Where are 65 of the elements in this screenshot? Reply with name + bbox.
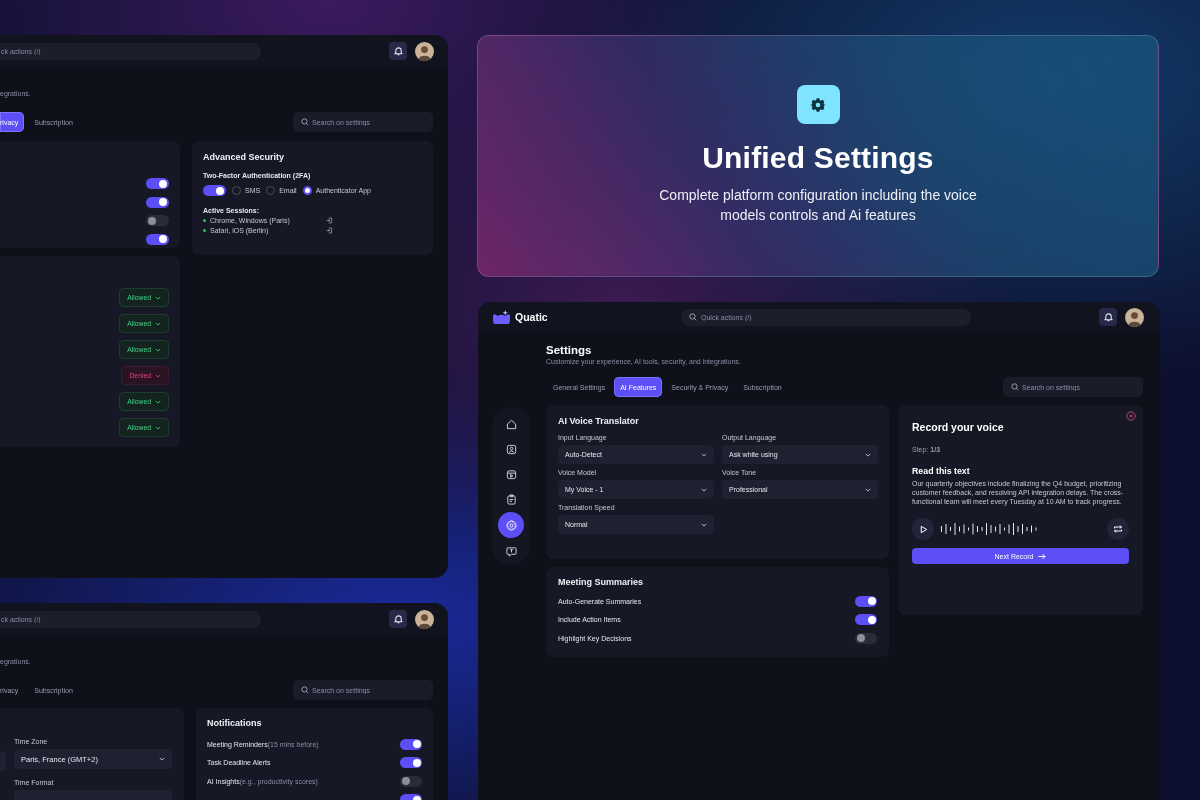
chevron-icon — [155, 425, 161, 430]
settings-icon — [505, 519, 517, 531]
settings-icon — [796, 85, 840, 124]
play-button[interactable] — [912, 518, 934, 540]
play-icon — [505, 468, 517, 480]
hero-subtitle: Complete platform configuration including the voice models controls and Ai features — [658, 186, 978, 225]
logout-icon[interactable] — [326, 217, 333, 224]
chevron-icon — [155, 321, 161, 326]
hero-title: Unified Settings — [702, 141, 934, 175]
toggle-switch[interactable] — [146, 178, 169, 189]
play-icon — [918, 524, 928, 534]
logout-icon[interactable] — [326, 227, 333, 234]
toggle-switch[interactable] — [400, 757, 422, 769]
chevron-icon — [155, 295, 161, 300]
card-title: Meeting Summaries — [558, 577, 645, 587]
bell-icon — [393, 614, 403, 624]
toggle-switch[interactable] — [855, 614, 877, 626]
toggle-switch[interactable] — [855, 595, 877, 607]
chevron-icon — [701, 522, 707, 527]
portrait-icon — [505, 443, 517, 455]
clipboard-icon — [505, 493, 517, 505]
page-title: Settings — [546, 344, 593, 356]
notification-button[interactable] — [1099, 308, 1117, 326]
toggle-switch[interactable] — [400, 775, 422, 787]
nav-item[interactable] — [498, 512, 524, 538]
notification-button[interactable] — [389, 42, 407, 60]
arrow-right-icon — [1038, 552, 1047, 560]
repeat-icon — [1113, 524, 1123, 534]
chevron-icon — [155, 347, 161, 352]
card-title: Notifications — [207, 718, 263, 728]
repeat-button[interactable] — [1107, 518, 1129, 540]
chevron-icon — [865, 452, 871, 457]
bell-icon — [393, 46, 403, 56]
toggle-switch[interactable] — [146, 215, 169, 226]
toggle-switch[interactable] — [146, 196, 169, 208]
section-title: Read this text — [912, 466, 971, 476]
search-icon — [301, 686, 309, 694]
home-icon — [505, 418, 517, 430]
chevron-icon — [155, 373, 161, 378]
toggle-switch[interactable] — [203, 185, 226, 196]
chevron-icon — [701, 487, 707, 492]
brand-name: Quatic — [515, 311, 548, 323]
search-icon — [301, 118, 309, 126]
card-title: Record your voice — [912, 421, 1005, 433]
toggle-switch[interactable] — [855, 632, 877, 644]
logo-icon — [492, 309, 511, 325]
toggle-switch[interactable] — [146, 233, 169, 245]
status-dot — [203, 219, 206, 222]
avatar[interactable] — [415, 609, 434, 629]
avatar[interactable] — [1125, 307, 1144, 327]
status-dot — [203, 229, 206, 232]
close-icon[interactable] — [1126, 411, 1136, 421]
chevron-icon — [701, 452, 707, 457]
chevron-icon — [865, 487, 871, 492]
bell-icon — [1103, 312, 1113, 322]
search-icon — [1011, 383, 1019, 391]
chevron-icon — [159, 757, 165, 761]
avatar[interactable] — [415, 41, 434, 61]
search-icon — [689, 313, 697, 321]
chat-icon — [505, 545, 517, 557]
chevron-icon — [155, 399, 161, 404]
card-title: Advanced Security — [203, 152, 286, 162]
notification-button[interactable] — [389, 610, 407, 628]
card-title: AI Voice Translator — [558, 416, 640, 426]
toggle-switch[interactable] — [400, 738, 422, 750]
